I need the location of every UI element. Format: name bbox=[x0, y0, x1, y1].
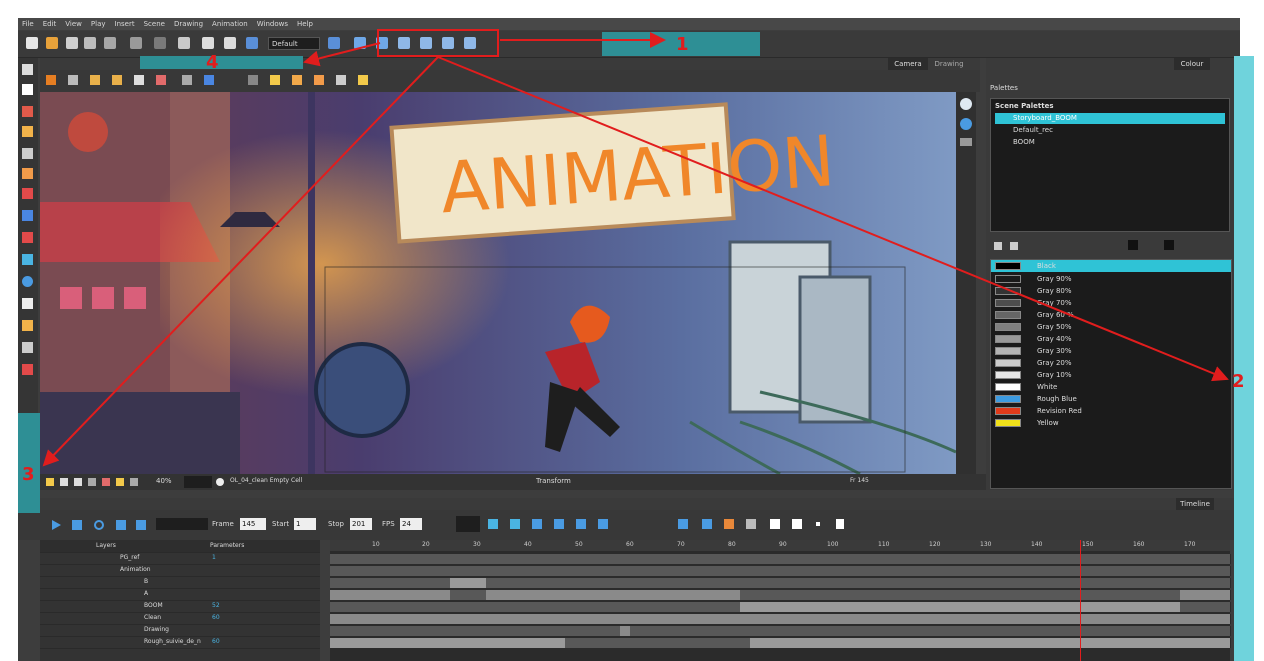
arrow-3 bbox=[42, 56, 439, 467]
arrow-2 bbox=[437, 56, 1229, 382]
arrow-4 bbox=[303, 42, 381, 67]
annotation-number: 1 bbox=[676, 34, 689, 55]
annotation-arrows bbox=[42, 32, 1229, 467]
annotation-number: 2 bbox=[1232, 371, 1245, 392]
annotation-number: 4 bbox=[206, 52, 219, 73]
annotation-number: 3 bbox=[22, 464, 35, 485]
